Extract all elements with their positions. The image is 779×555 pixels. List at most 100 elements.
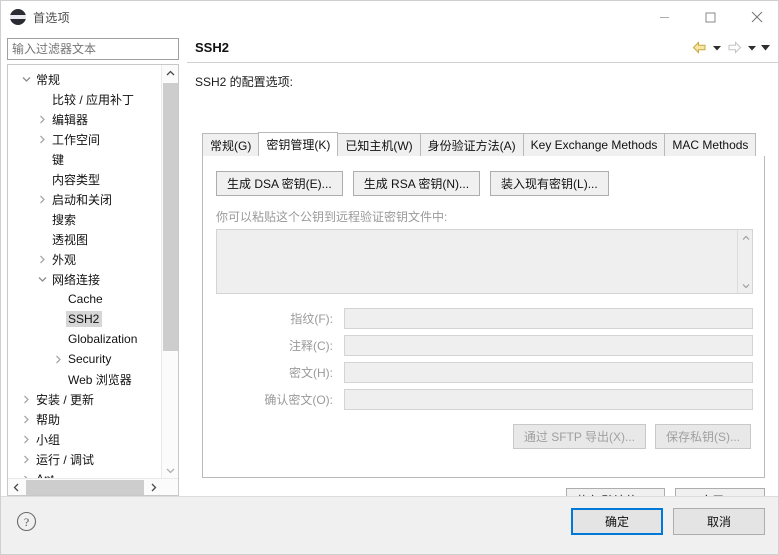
scroll-up-icon[interactable]	[162, 65, 178, 82]
minimize-icon[interactable]	[641, 1, 687, 33]
key-action-buttons: 生成 DSA 密钥(E)... 生成 RSA 密钥(N)... 装入现有密钥(L).…	[216, 171, 609, 196]
dialog-buttons: 确定 取消	[571, 508, 765, 535]
tab-MAC-Methods[interactable]: MAC Methods	[664, 133, 757, 156]
scroll-up-icon[interactable]	[738, 230, 753, 245]
page-title: SSH2	[195, 40, 229, 55]
tree-item-label: 透视图	[52, 232, 89, 247]
tree-item-label: SSH2	[66, 311, 103, 327]
tree-item-label: 网络连接	[52, 272, 101, 287]
tree-item-运行-调试[interactable]: 运行 / 调试	[8, 449, 162, 469]
tab-Key-Exchange-Methods[interactable]: Key Exchange Methods	[522, 133, 666, 156]
chevron-right-icon[interactable]	[18, 389, 34, 409]
tree-item-label: 比较 / 应用补丁	[52, 92, 135, 107]
tree-item-常规[interactable]: 常规	[8, 69, 162, 89]
back-arrow-icon[interactable]	[689, 38, 709, 58]
field-input[interactable]	[344, 389, 753, 410]
tree-item-搜索[interactable]: 搜索	[8, 209, 162, 229]
scroll-down-icon[interactable]	[162, 462, 178, 479]
tree-item-小组[interactable]: 小组	[8, 429, 162, 449]
window-title: 首选项	[33, 10, 70, 25]
tree-hscroll-thumb[interactable]	[26, 480, 144, 495]
ok-button[interactable]: 确定	[571, 508, 663, 535]
scroll-down-icon[interactable]	[738, 278, 753, 293]
cancel-button[interactable]: 取消	[673, 508, 765, 535]
public-key-scrollbar[interactable]	[737, 230, 752, 293]
tree-horizontal-scrollbar[interactable]	[8, 478, 178, 495]
preferences-content: SSH2 SSH2 的配置选项: 常规(G) 密钥管理(K) 已知主机(W) 身…	[187, 33, 778, 513]
tree-item-安装-更新[interactable]: 安装 / 更新	[8, 389, 162, 409]
key-button-0[interactable]: 生成 DSA 密钥(E)...	[216, 171, 343, 196]
tree-item-label: 搜索	[52, 212, 77, 227]
preferences-sidebar: 常规比较 / 应用补丁编辑器工作空间键内容类型启动和关闭搜索透视图外观网络连接 C…	[7, 38, 179, 496]
field-input[interactable]	[344, 335, 753, 356]
tab-身份验证方法-A-[interactable]: 身份验证方法(A)	[419, 133, 524, 156]
tree-item-网络连接[interactable]: 网络连接	[8, 269, 162, 289]
filter-input[interactable]	[7, 38, 179, 60]
export-button-0: 通过 SFTP 导出(X)...	[512, 424, 646, 449]
chevron-right-icon[interactable]	[34, 129, 50, 149]
maximize-icon[interactable]	[687, 1, 733, 33]
key-button-2[interactable]: 装入现有密钥(L)...	[490, 171, 609, 196]
tree-item-label: Web 浏览器	[68, 372, 132, 387]
tree-item-外观[interactable]: 外观	[8, 249, 162, 269]
key-button-1[interactable]: 生成 RSA 密钥(N)...	[352, 171, 481, 196]
tree-item-启动和关闭[interactable]: 启动和关闭	[8, 189, 162, 209]
chevron-down-icon[interactable]	[34, 269, 50, 289]
chevron-right-icon[interactable]	[18, 449, 34, 469]
tree-vertical-scrollbar[interactable]	[161, 65, 178, 479]
tree-scroll-area: 常规比较 / 应用补丁 编辑器工作空间键内容类型启动和关闭搜索透视图外观网络连接 C…	[8, 65, 162, 479]
public-key-textarea[interactable]	[216, 229, 753, 294]
tree-list: 常规比较 / 应用补丁 编辑器工作空间键内容类型启动和关闭搜索透视图外观网络连接 C…	[8, 65, 162, 479]
tree-item-SSH2[interactable]: SSH2	[8, 309, 162, 329]
field-input[interactable]	[344, 308, 753, 329]
tree-item-帮助[interactable]: 帮助	[8, 409, 162, 429]
scroll-left-icon[interactable]	[8, 479, 25, 495]
back-dropdown-icon[interactable]	[710, 38, 723, 58]
field-row-1: 注释(C):	[216, 335, 753, 356]
chevron-right-icon[interactable]	[18, 409, 34, 429]
view-menu-icon[interactable]	[759, 38, 772, 58]
tree-item-label: Globalization	[68, 332, 138, 346]
close-icon[interactable]	[733, 1, 778, 33]
tree-item-label: 编辑器	[52, 112, 89, 127]
tree-item-工作空间[interactable]: 工作空间	[8, 129, 162, 149]
forward-arrow-icon	[724, 38, 744, 58]
tree-item-label: 内容类型	[52, 172, 101, 187]
tree-item-内容类型[interactable]: 内容类型	[8, 169, 162, 189]
chevron-right-icon[interactable]	[34, 109, 50, 129]
help-icon[interactable]: ?	[15, 510, 37, 532]
tree-item-label: 工作空间	[52, 132, 101, 147]
tab-已知主机-W-[interactable]: 已知主机(W)	[337, 133, 421, 156]
tab-bar: 常规(G) 密钥管理(K) 已知主机(W) 身份验证方法(A) Key Exchange…	[202, 132, 765, 157]
export-buttons: 通过 SFTP 导出(X)... 保存私钥(S)...	[512, 424, 751, 449]
chevron-right-icon[interactable]	[34, 249, 50, 269]
tree-item-比较-应用补丁[interactable]: 比较 / 应用补丁	[8, 89, 162, 109]
paste-public-key-note: 你可以粘贴这个公钥到远程验证密钥文件中:	[216, 210, 448, 224]
tree-item-键[interactable]: 键	[8, 149, 162, 169]
tab-密钥管理-K-[interactable]: 密钥管理(K)	[258, 132, 339, 157]
chevron-right-icon[interactable]	[50, 349, 66, 369]
tree-scroll-thumb[interactable]	[163, 83, 178, 351]
chevron-right-icon[interactable]	[34, 189, 50, 209]
chevron-right-icon[interactable]	[18, 429, 34, 449]
chevron-down-icon[interactable]	[18, 69, 34, 89]
scroll-right-icon[interactable]	[145, 479, 162, 495]
field-label: 确认密文(O):	[264, 393, 333, 407]
tree-item-透视图[interactable]: 透视图	[8, 229, 162, 249]
tree-item-Cache[interactable]: Cache	[8, 289, 162, 309]
preferences-dialog: 首选项 常规比较 / 应用补丁编辑器工作空间键内容类型启动和关闭搜索透视图外观网…	[0, 0, 779, 555]
field-input[interactable]	[344, 362, 753, 383]
tab-常规-G-[interactable]: 常规(G)	[202, 133, 260, 156]
tree-item-编辑器[interactable]: 编辑器	[8, 109, 162, 129]
tree-item-Security[interactable]: Security	[8, 349, 162, 369]
tree-item-label: Security	[68, 352, 112, 366]
tree-item-Globalization[interactable]: Globalization	[8, 329, 162, 349]
forward-dropdown-icon[interactable]	[745, 38, 758, 58]
tree-item-Web-浏览器[interactable]: Web 浏览器	[8, 369, 162, 389]
